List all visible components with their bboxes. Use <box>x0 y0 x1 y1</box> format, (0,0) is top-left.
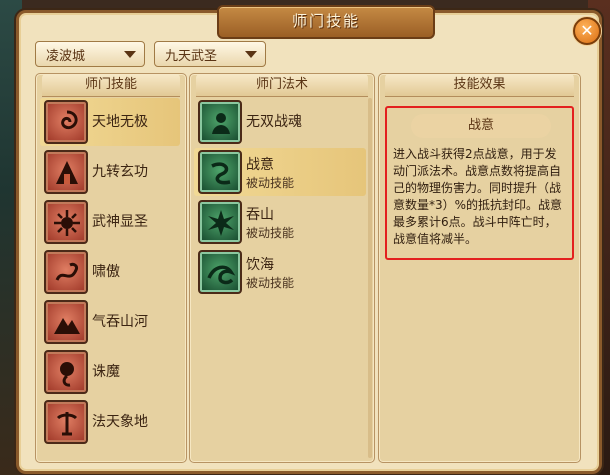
sect-spells-panel: 师门法术 无双战魂 战意 被动技能 吞山 被动技能 饮海 被动技能 <box>189 73 375 463</box>
skill-item-jiuzhuanxuangong[interactable]: 九转玄功 <box>40 148 180 196</box>
skill-item-tiandiwuji[interactable]: 天地无极 <box>40 98 180 146</box>
skill-name: 诛魔 <box>92 364 120 380</box>
skill-effect-panel: 技能效果 战意 进入战斗获得2点战意，用于发动门派法术。战意点数将提高自己的物理… <box>378 73 581 463</box>
sect-spells-header: 师门法术 <box>196 74 368 97</box>
window-title-plate: 师门技能 <box>217 5 435 39</box>
skill-name: 武神显圣 <box>92 214 148 230</box>
school-dropdown[interactable]: 九天武圣 <box>154 41 266 67</box>
sect-skills-panel: 师门技能 天地无极 九转玄功 武神显圣 啸傲 气吞山河 诛魔 法天象地 <box>35 73 187 463</box>
spell-type: 被动技能 <box>246 226 295 240</box>
close-button[interactable]: ✕ <box>573 17 601 45</box>
spell-item-wushuangzhanhun[interactable]: 无双战魂 <box>194 98 366 146</box>
skill-effect-box: 战意 进入战斗获得2点战意，用于发动门派法术。战意点数将提高自己的物理伤害力。同… <box>385 106 574 260</box>
effect-title: 战意 <box>411 114 551 138</box>
skill-item-qitunshanhe[interactable]: 气吞山河 <box>40 298 180 346</box>
sect-dropdown-label: 凌波城 <box>46 49 86 64</box>
wave-icon <box>198 250 242 294</box>
sunburst-icon <box>44 200 88 244</box>
dragon-icon <box>44 250 88 294</box>
school-dropdown-label: 九天武圣 <box>165 49 218 64</box>
spell-type: 被动技能 <box>246 176 295 190</box>
skill-name: 九转玄功 <box>92 164 148 180</box>
spell-name: 无双战魂 <box>246 114 302 130</box>
skill-name: 天地无极 <box>92 114 148 130</box>
skill-name: 气吞山河 <box>92 314 148 330</box>
skill-item-zhumo[interactable]: 诛魔 <box>40 348 180 396</box>
spell-item-zhanyi[interactable]: 战意 被动技能 <box>194 148 366 196</box>
demon-icon <box>44 350 88 394</box>
window-title: 师门技能 <box>291 12 360 30</box>
pagoda-icon <box>44 150 88 194</box>
swirl-icon <box>44 100 88 144</box>
effect-description: 进入战斗获得2点战意，用于发动门派法术。战意点数将提高自己的物理伤害力。同时提升… <box>393 147 563 246</box>
spell-name: 吞山 <box>246 207 274 223</box>
spell-name: 饮海 <box>246 257 274 273</box>
skill-item-fatianxiangdi[interactable]: 法天象地 <box>40 398 180 446</box>
spiky-burst-icon <box>198 200 242 244</box>
spell-type: 被动技能 <box>246 276 295 290</box>
sect-dropdown[interactable]: 凌波城 <box>35 41 145 67</box>
sect-skills-window: 师门技能 ✕ 凌波城 九天武圣 师门技能 天地无极 九转玄功 武神显圣 啸傲 气… <box>16 5 602 474</box>
skill-name: 啸傲 <box>92 264 120 280</box>
skill-name: 法天象地 <box>92 414 148 430</box>
skill-item-wushenxiansheng[interactable]: 武神显圣 <box>40 198 180 246</box>
chevron-down-icon <box>124 51 136 58</box>
spell-name: 战意 <box>246 157 274 173</box>
scrollbar-track[interactable] <box>368 98 372 458</box>
warrior-spirit-icon <box>198 100 242 144</box>
mountain-icon <box>44 300 88 344</box>
spell-item-tunshan[interactable]: 吞山 被动技能 <box>194 198 366 246</box>
sect-skills-header: 师门技能 <box>42 74 180 97</box>
skill-item-xiaoao[interactable]: 啸傲 <box>40 248 180 296</box>
spell-item-yinhai[interactable]: 饮海 被动技能 <box>194 248 366 296</box>
skill-effect-header: 技能效果 <box>385 74 574 97</box>
close-icon: ✕ <box>580 21 594 40</box>
chevron-down-icon <box>245 51 257 58</box>
battle-will-icon <box>198 150 242 194</box>
giant-icon <box>44 400 88 444</box>
